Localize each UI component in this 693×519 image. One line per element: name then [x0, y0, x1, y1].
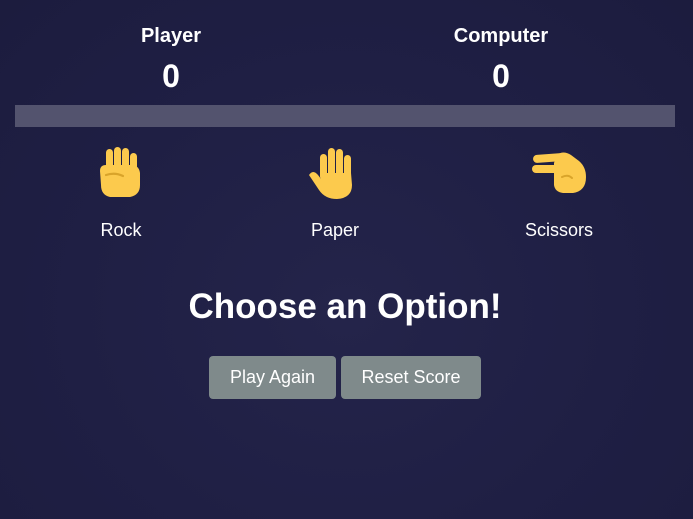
scoreboard: Player 0 Computer 0 [0, 22, 693, 102]
choice-label-paper: Paper [310, 220, 360, 240]
computer-score-panel: Computer 0 [401, 22, 601, 96]
choice-paper[interactable]: Paper [265, 145, 405, 241]
reset-score-button[interactable]: Reset Score [341, 356, 481, 399]
player-label: Player [140, 25, 202, 47]
choice-scissors[interactable]: Scissors [489, 145, 629, 241]
player-score-panel: Player 0 [71, 22, 271, 96]
victory-hand-icon [532, 152, 586, 193]
result-bar [15, 105, 675, 127]
computer-score: 0 [492, 58, 510, 94]
choice-label-scissors: Scissors [524, 220, 593, 240]
player-score: 0 [162, 58, 180, 94]
status-message: Choose an Option! [188, 287, 502, 326]
play-again-button[interactable]: Play Again [209, 356, 336, 399]
choice-label-rock: Rock [100, 220, 142, 240]
raised-hand-icon [309, 148, 352, 199]
raised-fist-icon [100, 147, 140, 197]
computer-label: Computer [453, 25, 549, 47]
choice-rock[interactable]: Rock [51, 145, 191, 241]
